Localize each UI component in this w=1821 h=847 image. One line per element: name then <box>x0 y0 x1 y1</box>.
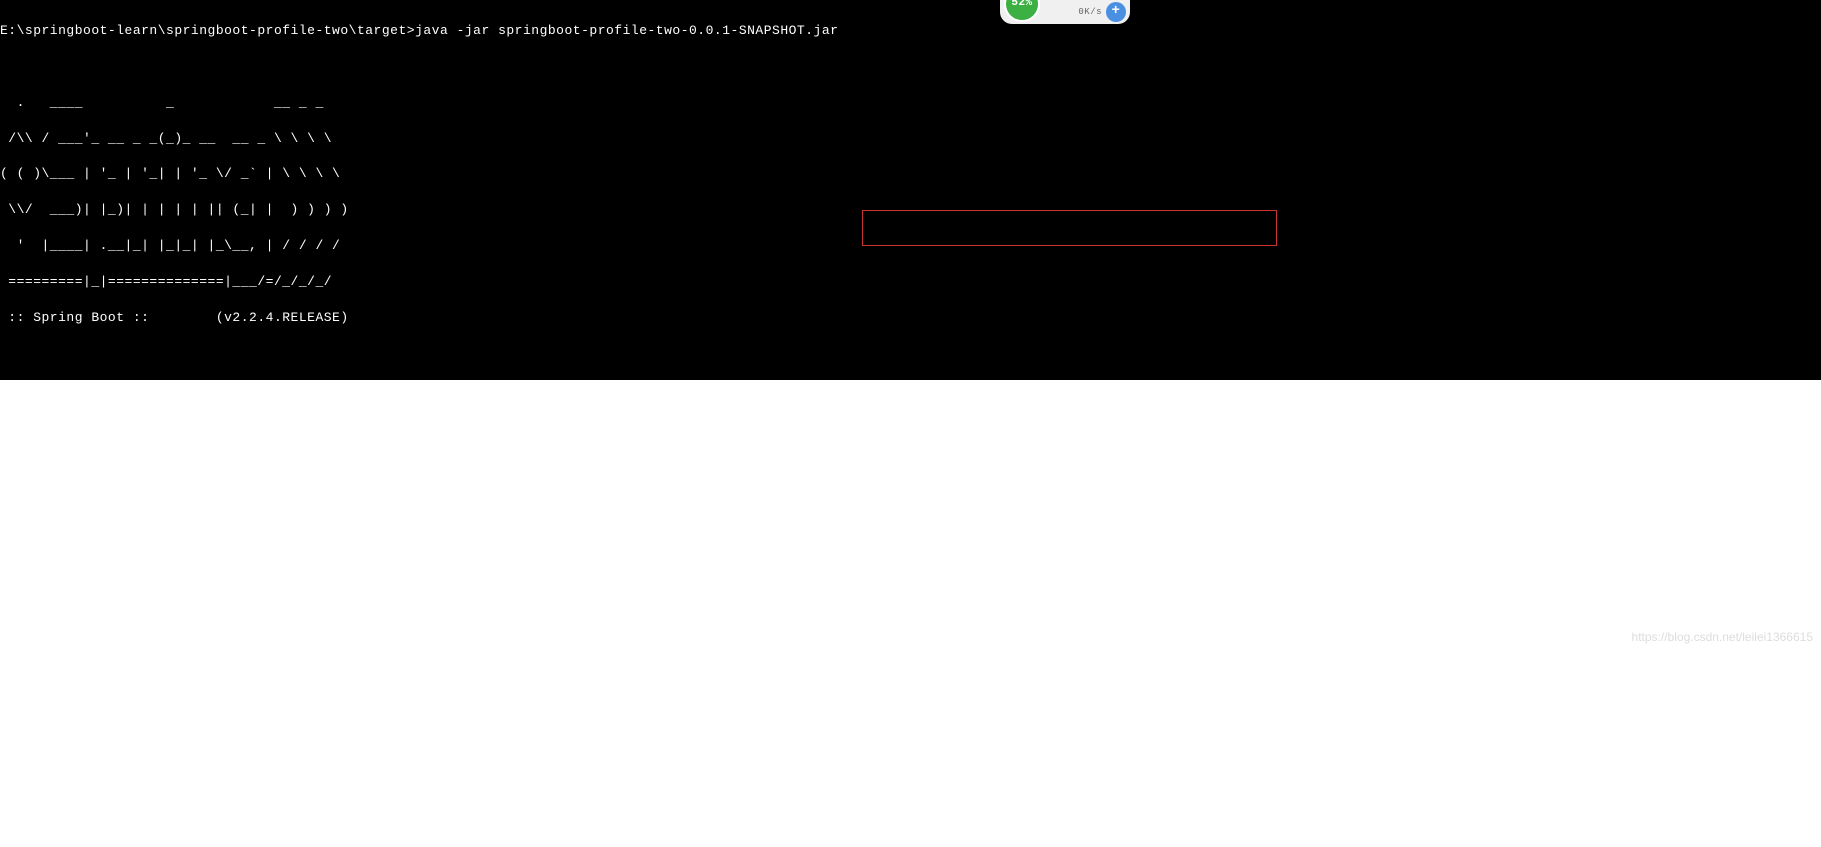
log-line: 2020-02-20 18:13:42.876 INFO 21752 --- [… <box>0 524 1821 542</box>
log-line: 2020-02-20 18:13:42.858 INFO 21752 --- [… <box>0 488 1821 506</box>
banner-line: \\/ ___)| |_)| | | | | || (_| | ) ) ) ) <box>0 201 1821 219</box>
log-line: 2020-02-20 18:13:40.906 INFO 21752 --- [… <box>0 381 1821 399</box>
log-line: :\springboot-learn\springboot-profile-tw… <box>0 417 1821 435</box>
log-line: 2020-02-20 18:13:43.004 INFO 21752 --- [… <box>0 596 1821 614</box>
banner-line: :: Spring Boot :: (v2.2.4.RELEASE) <box>0 309 1821 327</box>
blank-line <box>0 58 1821 76</box>
log-line: 2020-02-20 18:13:43.215 INFO 21752 --- [… <box>0 668 1821 686</box>
system-monitor-widget[interactable]: 52% 0K/s + <box>1000 0 1130 24</box>
command-prompt: E:\springboot-learn\springboot-profile-t… <box>0 22 1821 40</box>
network-speed: 0K/s <box>1078 8 1102 17</box>
blank-line <box>0 345 1821 363</box>
banner-line: . ____ _ __ _ _ <box>0 94 1821 112</box>
banner-line: ( ( )\___ | '_ | '_| | '_ \/ _` | \ \ \ … <box>0 165 1821 183</box>
banner-line: ' |____| .__|_| |_|_| |_\__, | / / / / <box>0 237 1821 255</box>
log-line: 2020-02-20 18:13:43.427 INFO 21752 --- [… <box>0 739 1821 757</box>
log-line: 2020-02-20 18:13:40.910 INFO 21752 --- [… <box>0 452 1821 470</box>
plus-icon[interactable]: + <box>1106 2 1126 22</box>
banner-line: /\\ / ___'_ __ _ _(_)_ __ __ _ \ \ \ \ <box>0 130 1821 148</box>
log-line: 2020-02-20 18:13:43.004 INFO 21752 --- [… <box>0 632 1821 650</box>
watermark-text: https://blog.csdn.net/leilei1366615 <box>1632 630 1813 644</box>
cpu-percent-circle: 52% <box>1004 0 1040 22</box>
terminal-output: E:\springboot-learn\springboot-profile-t… <box>0 0 1821 380</box>
banner-line: =========|_|==============|___/=/_/_/_/ <box>0 273 1821 291</box>
log-line: 2020-02-20 18:13:42.876 INFO 21752 --- [… <box>0 560 1821 578</box>
log-line: 2020-02-20 18:13:43.424 INFO 21752 --- [… <box>0 704 1821 722</box>
